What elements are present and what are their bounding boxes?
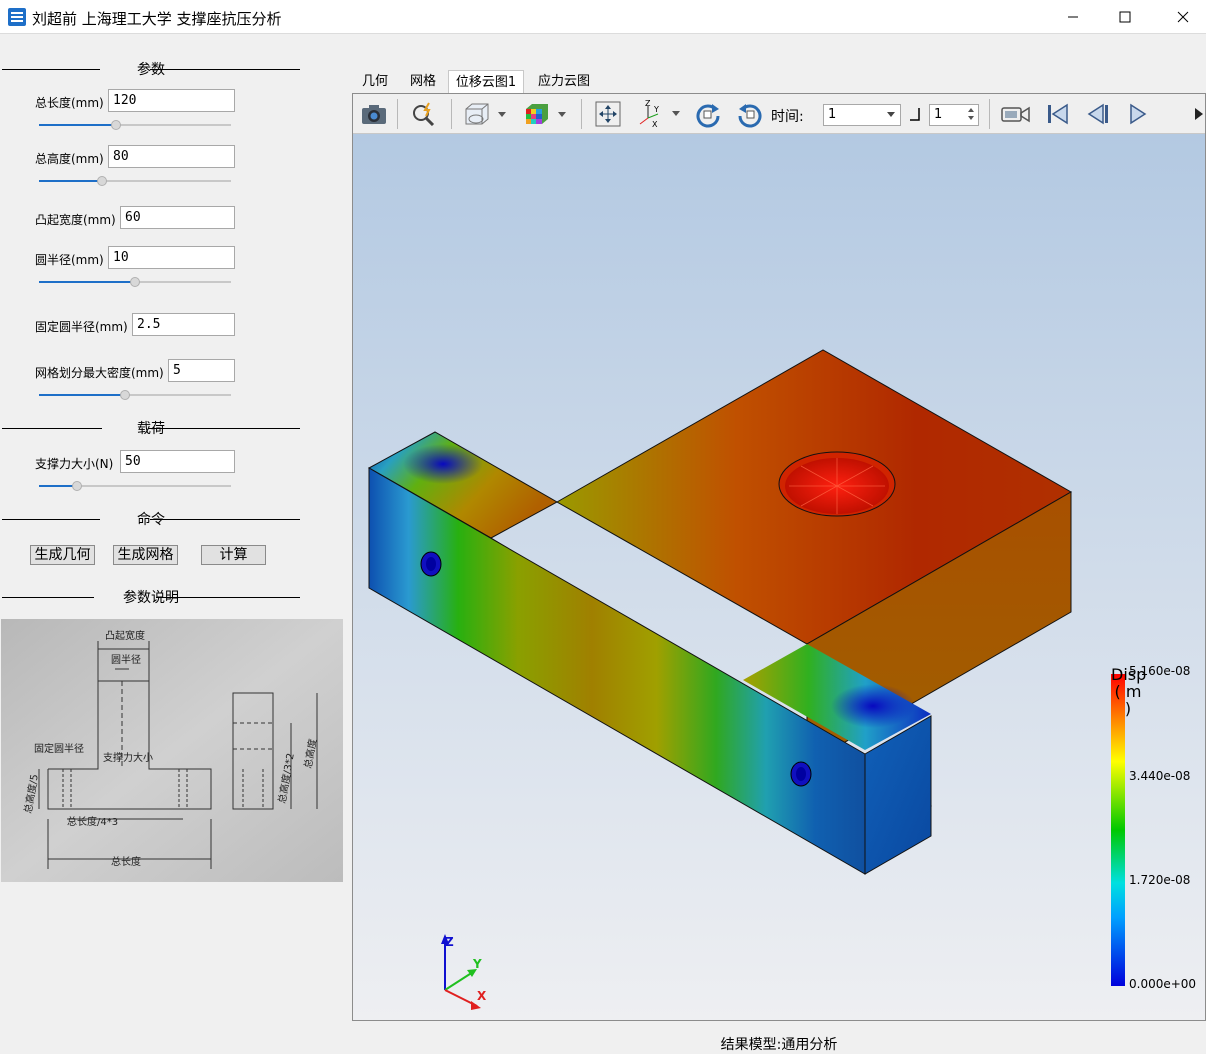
legend-tick-min: 0.000e+00 xyxy=(1129,977,1197,991)
sketch-label-total-length: 总长度 xyxy=(111,855,141,868)
fixed-hole-radius-input[interactable]: 2.5 xyxy=(132,313,235,336)
section-description-title: 参数说明 xyxy=(115,590,187,606)
zoom-icon[interactable] xyxy=(407,99,441,129)
total-height-slider[interactable] xyxy=(39,174,231,188)
legend-color-bar xyxy=(1111,674,1125,986)
mesh-density-slider[interactable] xyxy=(39,388,231,402)
rotate-cw-icon[interactable] xyxy=(691,99,725,129)
total-height-label: 总高度(mm) xyxy=(35,152,104,166)
maximize-button[interactable] xyxy=(1102,0,1148,34)
camera-icon[interactable] xyxy=(357,99,391,129)
sketch-label-hole-radius: 圆半径 xyxy=(111,653,141,666)
hole-radius-input[interactable]: 10 xyxy=(108,246,235,269)
display-mode-icon[interactable] xyxy=(461,99,511,129)
legend-tick-1: 1.720e-08 xyxy=(1129,873,1191,887)
spin-arrows-icon xyxy=(967,105,975,128)
svg-text:Y: Y xyxy=(653,105,659,114)
hole-radius-label: 圆半径(mm) xyxy=(35,253,104,267)
axis-y-label: Y xyxy=(472,957,482,971)
sketch-label-support-force: 支撑力大小 xyxy=(103,751,153,764)
toolbar-overflow-icon[interactable] xyxy=(1193,106,1205,126)
legend-tick-max: 5.160e-08 xyxy=(1129,664,1191,678)
chevron-down-icon xyxy=(886,107,896,126)
time-label: 时间: xyxy=(771,109,804,125)
svg-text:Z: Z xyxy=(645,100,651,108)
tab-mesh[interactable]: 网格 xyxy=(404,70,442,94)
generate-geometry-button[interactable]: 生成几何 xyxy=(30,545,95,565)
section-load-title: 载荷 xyxy=(129,421,173,437)
legend-unit: ( m ) xyxy=(1114,682,1142,718)
result-viewer: ZYX 时间: 1 1 Z Y X Disp (m) 5.160e-08 3… xyxy=(352,93,1206,1053)
generate-mesh-button[interactable]: 生成网格 xyxy=(113,545,178,565)
rotate-ccw-icon[interactable] xyxy=(733,99,767,129)
fixed-hole-radius-label: 固定圆半径(mm) xyxy=(35,320,128,334)
svg-text:X: X xyxy=(652,120,658,128)
total-length-slider[interactable] xyxy=(39,118,231,132)
section-commands: 命令 xyxy=(0,509,302,529)
time-select[interactable]: 1 xyxy=(823,104,901,126)
status-text: 结果模型:通用分析 xyxy=(720,1037,838,1053)
fit-view-icon[interactable] xyxy=(591,99,625,129)
step-end-icon xyxy=(909,106,921,126)
tab-displacement-contour[interactable]: 位移云图1 xyxy=(448,70,524,94)
axis-z-label: Z xyxy=(445,935,454,949)
parameter-sketch-image: 凸起宽度 圆半径 固定圆半径 支撑力大小 总长度/4*3 总长度 总高度/5 总… xyxy=(1,619,343,882)
compute-button[interactable]: 计算 xyxy=(201,545,266,565)
app-icon xyxy=(8,8,26,26)
prev-frame-icon[interactable] xyxy=(1081,99,1115,129)
support-force-label: 支撑力大小(N) xyxy=(35,457,114,471)
axis-x-label: X xyxy=(477,989,487,1003)
section-params: 参数 xyxy=(0,59,302,79)
minimize-button[interactable] xyxy=(1050,0,1096,34)
title-bar: 刘超前 上海理工大学 支撑座抗压分析 xyxy=(0,0,1206,34)
boss-width-input[interactable]: 60 xyxy=(120,206,235,229)
section-load: 载荷 xyxy=(0,418,302,438)
total-length-label: 总长度(mm) xyxy=(35,96,104,110)
first-frame-icon[interactable] xyxy=(1041,99,1075,129)
sketch-label-length-3-4: 总长度/4*3 xyxy=(67,815,118,828)
axes-icon[interactable]: ZYX xyxy=(635,99,685,129)
viewer-toolbar: ZYX 时间: 1 1 xyxy=(353,94,1205,134)
total-length-input[interactable]: 120 xyxy=(108,89,235,112)
record-icon[interactable] xyxy=(999,99,1033,129)
total-height-input[interactable]: 80 xyxy=(108,145,235,168)
legend-tick-2: 3.440e-08 xyxy=(1129,769,1191,783)
step-spinbox-value: 1 xyxy=(934,107,943,122)
section-commands-title: 命令 xyxy=(129,512,173,528)
mesh-density-input[interactable]: 5 xyxy=(168,359,235,382)
parameter-panel: 参数 总长度(mm) 120 总高度(mm) 80 凸起宽度(mm) 60 圆半… xyxy=(0,35,352,1021)
step-spinbox[interactable]: 1 xyxy=(929,104,979,126)
render-canvas[interactable]: Z Y X Disp ( m ) 5.160e-08 3.440e-08 1.7… xyxy=(353,134,1205,1053)
sketch-label-fixed-hole-radius: 固定圆半径 xyxy=(34,742,84,755)
support-force-input[interactable]: 50 xyxy=(120,450,235,473)
section-params-title: 参数 xyxy=(129,62,173,78)
tab-geometry[interactable]: 几何 xyxy=(356,70,394,94)
close-button[interactable] xyxy=(1160,0,1206,34)
section-description: 参数说明 xyxy=(0,587,302,607)
time-select-value: 1 xyxy=(828,107,837,122)
result-tabs: 几何 网格 位移云图1 应力云图1 xyxy=(352,70,1206,113)
sketch-label-boss-width: 凸起宽度 xyxy=(105,629,145,642)
boss-width-label: 凸起宽度(mm) xyxy=(35,213,116,227)
play-icon[interactable] xyxy=(1121,99,1155,129)
mesh-density-label: 网格划分最大密度(mm) xyxy=(35,366,164,380)
window-title: 刘超前 上海理工大学 支撑座抗压分析 xyxy=(32,10,282,28)
support-force-slider[interactable] xyxy=(39,479,231,493)
hole-radius-slider[interactable] xyxy=(39,275,231,289)
tab-stress-contour[interactable]: 应力云图1 xyxy=(534,70,594,113)
color-map-icon[interactable] xyxy=(521,99,571,129)
